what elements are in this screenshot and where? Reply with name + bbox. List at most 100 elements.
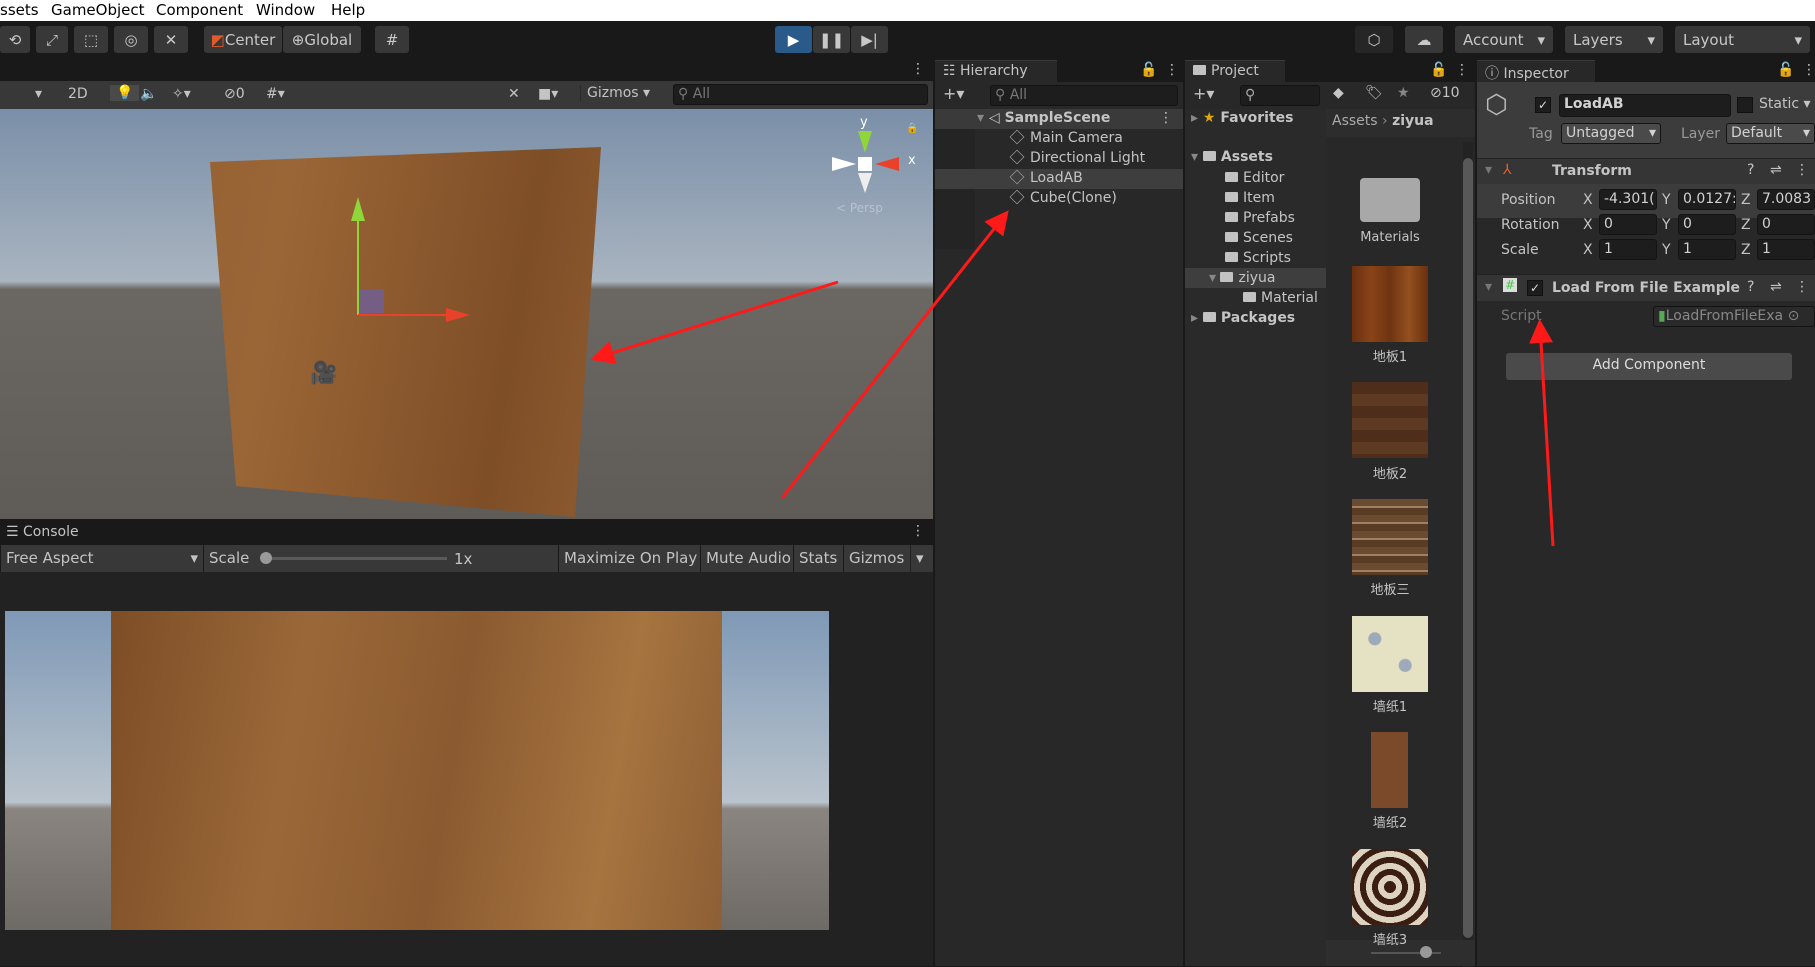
game-view[interactable] [0, 572, 933, 966]
scene-search-input[interactable]: ⚲ All [673, 84, 928, 105]
position-y-field[interactable]: 0.0127: [1678, 189, 1736, 210]
lock-icon[interactable]: 🔓 [1777, 62, 1794, 78]
gameobject-icon[interactable]: ⬡ [1485, 90, 1508, 120]
filter-type-icon[interactable]: ◆ [1333, 85, 1344, 101]
inspector-tab[interactable]: ⓘ Inspector [1477, 60, 1595, 82]
grid-snap-icon[interactable]: # [375, 26, 409, 53]
pivot-global-button[interactable]: ⊕ Global [283, 26, 361, 53]
scene-view[interactable]: 🎥 y x < Persp 🔒 [0, 109, 933, 519]
position-z-field[interactable]: 7.0083 [1757, 189, 1815, 210]
asset-texture[interactable] [1352, 382, 1428, 458]
tree-folder[interactable]: Scripts [1225, 250, 1291, 266]
hierarchy-search-input[interactable]: ⚲ All [990, 85, 1178, 106]
more-icon[interactable]: ⋮ [1159, 110, 1173, 126]
camera-dropdown[interactable]: ■▾ [538, 86, 558, 102]
more-icon[interactable]: ⋮ [911, 61, 925, 77]
effects-icon[interactable]: ✧▾ [172, 86, 191, 102]
tree-packages[interactable]: ▸ Packages [1191, 310, 1295, 326]
asset-folder-materials[interactable] [1352, 162, 1428, 238]
account-dropdown[interactable]: Account ▾ [1455, 26, 1553, 53]
tools-icon[interactable]: ✕ [508, 86, 520, 102]
more-icon[interactable]: ⋮ [1802, 62, 1815, 78]
tree-favorites[interactable]: ▸ ★ Favorites [1191, 110, 1294, 126]
gizmos-toggle[interactable]: Gizmos [843, 545, 910, 572]
position-x-field[interactable]: -4.301( [1599, 189, 1657, 210]
name-field[interactable]: LoadAB [1559, 94, 1731, 117]
pause-button[interactable]: ❚❚ [813, 26, 850, 53]
lighting-icon[interactable]: 💡 [110, 85, 140, 101]
2d-toggle[interactable]: 2D [68, 86, 88, 102]
help-icon[interactable]: ? [1747, 279, 1754, 295]
asset-texture[interactable] [1352, 616, 1428, 692]
preset-icon[interactable]: ⇌ [1770, 279, 1782, 295]
tree-folder[interactable]: Prefabs [1225, 210, 1295, 226]
play-button[interactable]: ▶ [775, 26, 812, 53]
draw-mode-dropdown[interactable]: ▾ [35, 86, 42, 102]
tree-assets[interactable]: ▾ Assets [1191, 149, 1273, 165]
scale-y-field[interactable]: 1 [1678, 239, 1736, 260]
layers-dropdown[interactable]: Layers ▾ [1565, 26, 1663, 53]
rotation-x-field[interactable]: 0 [1599, 214, 1657, 235]
static-dropdown[interactable]: Static ▾ [1759, 96, 1811, 112]
rect-tool-icon[interactable]: ⬚ [74, 26, 108, 53]
more-icon[interactable]: ⋮ [911, 523, 925, 539]
scale-slider[interactable]: Scale 1x [203, 545, 558, 572]
menu-help[interactable]: Help [331, 1, 365, 19]
lock-icon[interactable]: 🔓 [1430, 62, 1447, 78]
more-icon[interactable]: ⋮ [1795, 162, 1809, 178]
tag-dropdown[interactable]: Untagged ▾ [1561, 123, 1661, 144]
scale-slider-handle[interactable] [260, 552, 272, 564]
layer-dropdown[interactable]: Default ▾ [1726, 123, 1815, 144]
project-tab[interactable]: Project [1185, 60, 1285, 82]
rotate-tool-icon[interactable]: ⟲ [0, 26, 30, 53]
asset-texture[interactable] [1352, 266, 1428, 342]
component-enabled-checkbox[interactable]: ✓ [1527, 280, 1543, 296]
preset-icon[interactable]: ⇌ [1770, 162, 1782, 178]
hidden-objects-toggle[interactable]: ⊘0 [224, 86, 245, 102]
menu-assets[interactable]: ssets [0, 1, 39, 19]
help-icon[interactable]: ? [1747, 162, 1754, 178]
lock-icon[interactable]: 🔒 [906, 123, 918, 134]
tree-folder[interactable]: Material [1243, 290, 1318, 306]
filter-label-icon[interactable]: 🏷 [1365, 85, 1383, 101]
menu-window[interactable]: Window [256, 1, 315, 19]
breadcrumb-assets[interactable]: Assets [1332, 113, 1378, 129]
cloud-icon[interactable]: ☁ [1405, 26, 1443, 53]
console-tab[interactable]: ☰ Console [6, 524, 79, 540]
favorite-star-icon[interactable]: ★ [1397, 85, 1410, 101]
breadcrumb-ziyua[interactable]: ziyua [1392, 113, 1434, 129]
mute-audio-toggle[interactable]: Mute Audio [700, 545, 796, 572]
hierarchy-item[interactable]: Directional Light [1009, 149, 1145, 166]
more-icon[interactable]: ⋮ [1795, 279, 1809, 295]
tree-folder[interactable]: Item [1225, 190, 1275, 206]
static-checkbox[interactable] [1737, 97, 1753, 113]
audio-icon[interactable]: 🔈 [140, 86, 157, 102]
scene-row[interactable]: ▾ ◁ SampleScene ⋮ [935, 109, 1183, 129]
asset-texture[interactable] [1371, 732, 1408, 808]
project-scrollbar[interactable] [1463, 142, 1473, 967]
rotation-y-field[interactable]: 0 [1678, 214, 1736, 235]
transform-header[interactable]: ▾ ⅄ Transform ? ⇌ ⋮ [1477, 158, 1815, 184]
menu-component[interactable]: Component [156, 1, 243, 19]
more-icon[interactable]: ⋮ [1455, 62, 1469, 78]
asset-texture[interactable] [1352, 499, 1428, 575]
aspect-dropdown[interactable]: Free Aspect ▾ [0, 545, 203, 572]
scene-orientation-gizmo[interactable]: y x < Persp [830, 115, 916, 215]
maximize-on-play-toggle[interactable]: Maximize On Play [558, 545, 703, 572]
custom-tool-icon[interactable]: ✕ [154, 26, 188, 53]
grid-icon[interactable]: #▾ [266, 86, 285, 102]
hidden-packages-toggle[interactable]: ⊘10 [1430, 85, 1460, 101]
create-dropdown[interactable]: +▾ [943, 84, 964, 103]
hierarchy-tab[interactable]: ☷ Hierarchy [935, 60, 1057, 82]
collab-icon[interactable]: ⬡ [1355, 26, 1393, 53]
lock-icon[interactable]: 🔓 [1140, 62, 1157, 78]
transform-gizmo[interactable] [0, 109, 933, 519]
pivot-center-button[interactable]: ◩ Center [204, 26, 282, 53]
add-component-button[interactable]: Add Component [1506, 353, 1792, 380]
rotation-z-field[interactable]: 0 [1757, 214, 1815, 235]
tree-folder-ziyua[interactable]: ▾ ziyua [1209, 270, 1275, 286]
scale-x-field[interactable]: 1 [1599, 239, 1657, 260]
tree-folder[interactable]: Scenes [1225, 230, 1293, 246]
layout-dropdown[interactable]: Layout ▾ [1675, 26, 1810, 53]
asset-texture[interactable] [1352, 849, 1428, 925]
